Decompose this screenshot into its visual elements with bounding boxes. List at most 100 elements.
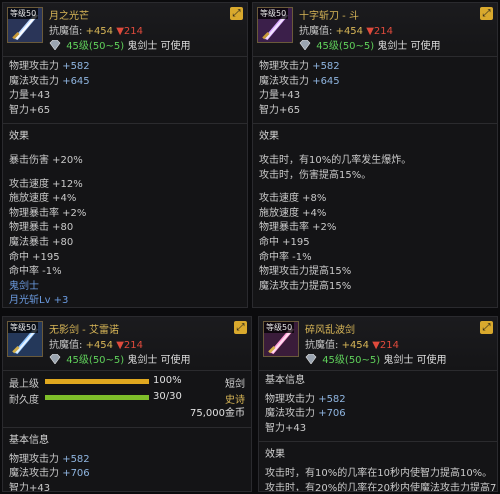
grade-text: 45级(50~5) (66, 41, 125, 52)
resist-plus: +454 (85, 26, 114, 37)
stat-row: 力量+43 (259, 90, 301, 102)
effect-line: 攻击时，有10%的几率发生爆炸。 (259, 154, 412, 166)
durability-bar-fill (45, 395, 149, 400)
stat-row: 魔法攻击力 +706 (265, 408, 346, 420)
resist-line: 抗魔值: +454 ▼214 (49, 336, 143, 351)
stat-row: 智力+43 (265, 422, 307, 434)
divider (259, 441, 497, 443)
job-text: 鬼剑士 可使用 (127, 355, 191, 366)
item-name: 无影剑 - 艾雷诺 (49, 325, 119, 336)
effect-line: 物理暴击 +80 (9, 222, 74, 234)
resist-label: 抗魔值: (49, 26, 83, 37)
level-tag: 等级50 (8, 8, 39, 19)
item-icon[interactable]: 等级50 (7, 321, 43, 357)
effect-title: 效果 (9, 131, 29, 143)
item-icon[interactable]: 等级50 (263, 321, 299, 357)
item-name: 碎风乱波剑 (305, 325, 355, 336)
upgrade-bar (45, 379, 149, 384)
effect-line: 攻击速度 +8% (259, 193, 327, 205)
stat-row: 智力+43 (9, 482, 51, 492)
tooltip-body: 基本信息 物理攻击力 +582 魔法攻击力 +706 智力+43 效果 攻击时，… (259, 371, 497, 491)
tooltip-body: 物理攻击力 +582 魔法攻击力 +645 力量+43 智力+65 效果 攻击时… (253, 57, 497, 294)
job-text: 鬼剑士 可使用 (127, 41, 191, 52)
stat-row: 物理攻击力 +582 (259, 61, 340, 72)
item-tooltip-cross-blade: 等级50 十字斩刀 - 斗 抗魔值: +454 ▼214 45级(50~5) 鬼… (252, 2, 498, 308)
job-line: 45级(50~5) 鬼剑士 可使用 (299, 37, 441, 52)
effect-line: 命中 +195 (9, 251, 60, 263)
resist-label: 抗魔值: (305, 340, 339, 351)
job-line: 45级(50~5) 鬼剑士 可使用 (49, 351, 191, 366)
tooltip-header: 等级50 十字斩刀 - 斗 抗魔值: +454 ▼214 45级(50~5) 鬼… (253, 3, 497, 57)
resist-label: 抗魔值: (299, 26, 333, 37)
gem-icon (49, 40, 61, 50)
effect-line: 物理暴击率 +2% (9, 207, 87, 219)
upgrade-bar-fill (45, 379, 149, 384)
grade-text: 45级(50~5) (66, 355, 125, 366)
effect-line: 攻击时，伤害提高15%。 (259, 169, 372, 181)
resist-minus: ▼214 (116, 340, 143, 351)
class-line: 鬼剑士 (9, 280, 39, 292)
durability-label: 耐久度 (9, 395, 39, 406)
item-tooltip-shadowless-sword: 等级50 无影剑 - 艾雷诺 抗魔值: +454 ▼214 45级(50~5) … (2, 316, 252, 492)
effect-line: 物理暴击率 +2% (259, 222, 337, 234)
resist-line: 抗魔值: +454 ▼214 (305, 336, 399, 351)
item-icon[interactable]: 等级50 (7, 7, 43, 43)
tooltip-header: 等级50 碎风乱波剑 抗魔值: +454 ▼214 45级(50~5) 鬼剑士 … (259, 317, 497, 371)
resist-label: 抗魔值: (49, 340, 83, 351)
resist-line: 抗魔值: +454 ▼214 (299, 22, 393, 37)
expand-icon[interactable]: ⤢ (480, 321, 493, 334)
durability-row: 耐久度 30/30 史诗 (9, 390, 245, 406)
stat-row: 力量+43 (9, 90, 51, 102)
gem-icon (305, 354, 317, 364)
resist-line: 抗魔值: +454 ▼214 (49, 22, 143, 37)
effect-line: 暴击伤害 +20% (9, 154, 83, 166)
item-icon[interactable]: 等级50 (257, 7, 293, 43)
effect-title: 效果 (259, 131, 279, 143)
effect-line: 攻击速度 +12% (9, 178, 83, 190)
effect-line: 命中率 -1% (259, 251, 312, 263)
effect-line: 命中率 -1% (9, 266, 62, 278)
effect-line: 施放速度 +4% (9, 193, 77, 205)
rarity-label: 史诗 (225, 395, 245, 406)
expand-icon[interactable]: ⤢ (480, 7, 493, 20)
resist-minus: ▼214 (116, 26, 143, 37)
expand-icon[interactable]: ⤢ (234, 321, 247, 334)
gem-icon (299, 40, 311, 50)
job-line: 45级(50~5) 鬼剑士 可使用 (49, 37, 191, 52)
effect-line: 物理攻击力提高15% (259, 266, 352, 278)
item-name: 月之光芒 (49, 11, 89, 22)
stat-row: 物理攻击力 +582 (9, 453, 90, 465)
resist-minus: ▼214 (372, 340, 399, 351)
stat-row: 智力+65 (259, 104, 301, 116)
basic-info-title: 基本信息 (265, 375, 305, 386)
skill-line: 月光斩Lv +3 (9, 295, 69, 307)
tooltip-header: 等级50 无影剑 - 艾雷诺 抗魔值: +454 ▼214 45级(50~5) … (3, 317, 251, 371)
effect-line: 命中 +195 (259, 236, 310, 248)
weapon-type: 短剑 (225, 379, 245, 390)
level-tag: 等级50 (264, 322, 295, 333)
upgrade-row: 最上级 100% 短剑 (9, 374, 245, 390)
effect-line: 魔法暴击 +80 (9, 236, 74, 248)
grade-text: 45级(50~5) (316, 41, 375, 52)
price-text: 75,000金币 (190, 408, 245, 419)
divider (253, 123, 497, 125)
expand-icon[interactable]: ⤢ (230, 7, 243, 20)
effect-line: 攻击时，有10%的几率在10秒内使智力提高10%。 (265, 467, 493, 479)
resist-plus: +454 (341, 340, 370, 351)
tooltip-body: 物理攻击力 +582 魔法攻击力 +645 力量+43 智力+65 效果 暴击伤… (3, 57, 247, 307)
basic-info-title: 基本信息 (9, 435, 49, 446)
upgrade-label: 最上级 (9, 379, 39, 390)
item-name: 十字斩刀 - 斗 (299, 11, 359, 22)
durability-value: 30/30 (153, 391, 182, 402)
stat-row: 物理攻击力 +582 (265, 393, 346, 405)
resist-plus: +454 (335, 26, 364, 37)
level-tag: 等级50 (8, 322, 39, 333)
divider (3, 427, 251, 428)
resist-minus: ▼214 (366, 26, 393, 37)
resist-plus: +454 (85, 340, 114, 351)
upgrade-value: 100% (153, 375, 182, 386)
divider (3, 123, 247, 125)
effect-line: 魔法攻击力提高15% (259, 280, 352, 292)
tooltip-body: 最上级 100% 短剑 耐久度 30/30 史诗 75,000金币 基本信息 物… (3, 371, 251, 492)
gem-icon (49, 354, 61, 364)
